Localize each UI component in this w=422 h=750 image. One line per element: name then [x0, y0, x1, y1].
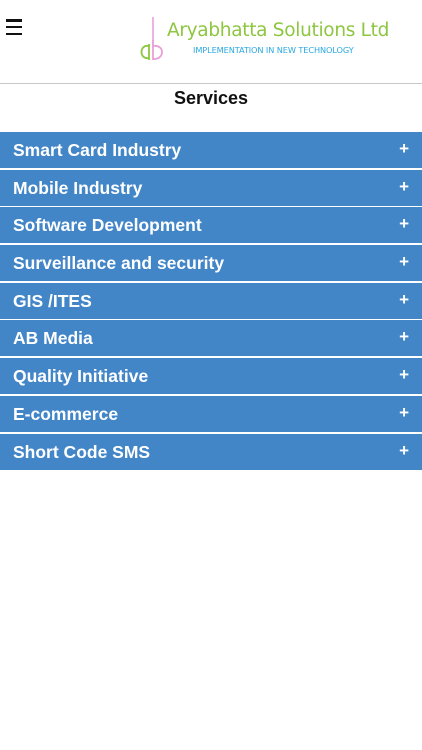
service-item-e-commerce[interactable]: E-commerce + [0, 395, 422, 432]
service-item-gis-ites[interactable]: GIS /ITES + [0, 282, 422, 319]
services-accordion: Smart Card Industry + Mobile Industry + … [0, 132, 422, 471]
service-item-quality-initiative[interactable]: Quality Initiative + [0, 358, 422, 395]
menu-bar-bottom [6, 32, 22, 35]
menu-bar-middle [6, 25, 22, 29]
plus-icon: + [399, 214, 409, 234]
service-item-label: Surveillance and security [13, 253, 225, 274]
service-item-label: Smart Card Industry [13, 140, 182, 160]
service-item-label: GIS /ITES [13, 290, 92, 311]
ab-logo-mark-icon [140, 17, 163, 60]
plus-icon: + [399, 289, 409, 309]
company-logo[interactable]: Aryabhatta Solutions Ltd IMPLEMENTATION … [137, 14, 407, 66]
plus-icon: + [399, 327, 409, 347]
service-item-label: E-commerce [13, 403, 119, 424]
plus-icon: + [399, 402, 409, 422]
service-item-label: AB Media [13, 328, 93, 349]
hamburger-menu-icon[interactable] [6, 19, 22, 35]
service-item-label: Software Development [13, 215, 202, 236]
logo-tagline: IMPLEMENTATION IN NEW TECHNOLOGY [193, 45, 354, 55]
plus-icon: + [399, 139, 409, 158]
service-item-ab-media[interactable]: AB Media + [0, 320, 422, 357]
service-item-smart-card-industry[interactable]: Smart Card Industry + [0, 132, 422, 168]
service-item-label: Quality Initiative [13, 366, 149, 387]
page-title: Services [173, 88, 249, 108]
plus-icon: + [399, 176, 409, 196]
plus-icon: + [399, 365, 409, 385]
app-header: Aryabhatta Solutions Ltd IMPLEMENTATION … [0, 0, 422, 84]
service-item-software-development[interactable]: Software Development + [0, 207, 422, 244]
service-item-mobile-industry[interactable]: Mobile Industry + [0, 169, 422, 206]
logo-company-name: Aryabhatta Solutions Ltd [167, 20, 390, 41]
service-item-surveillance-and-security[interactable]: Surveillance and security + [0, 245, 422, 282]
plus-icon: + [399, 252, 409, 272]
menu-bar-top [6, 19, 22, 22]
service-item-short-code-sms[interactable]: Short Code SMS + [0, 433, 422, 470]
service-item-label: Mobile Industry [13, 177, 143, 198]
service-item-label: Short Code SMS [13, 441, 151, 462]
plus-icon: + [399, 440, 409, 460]
